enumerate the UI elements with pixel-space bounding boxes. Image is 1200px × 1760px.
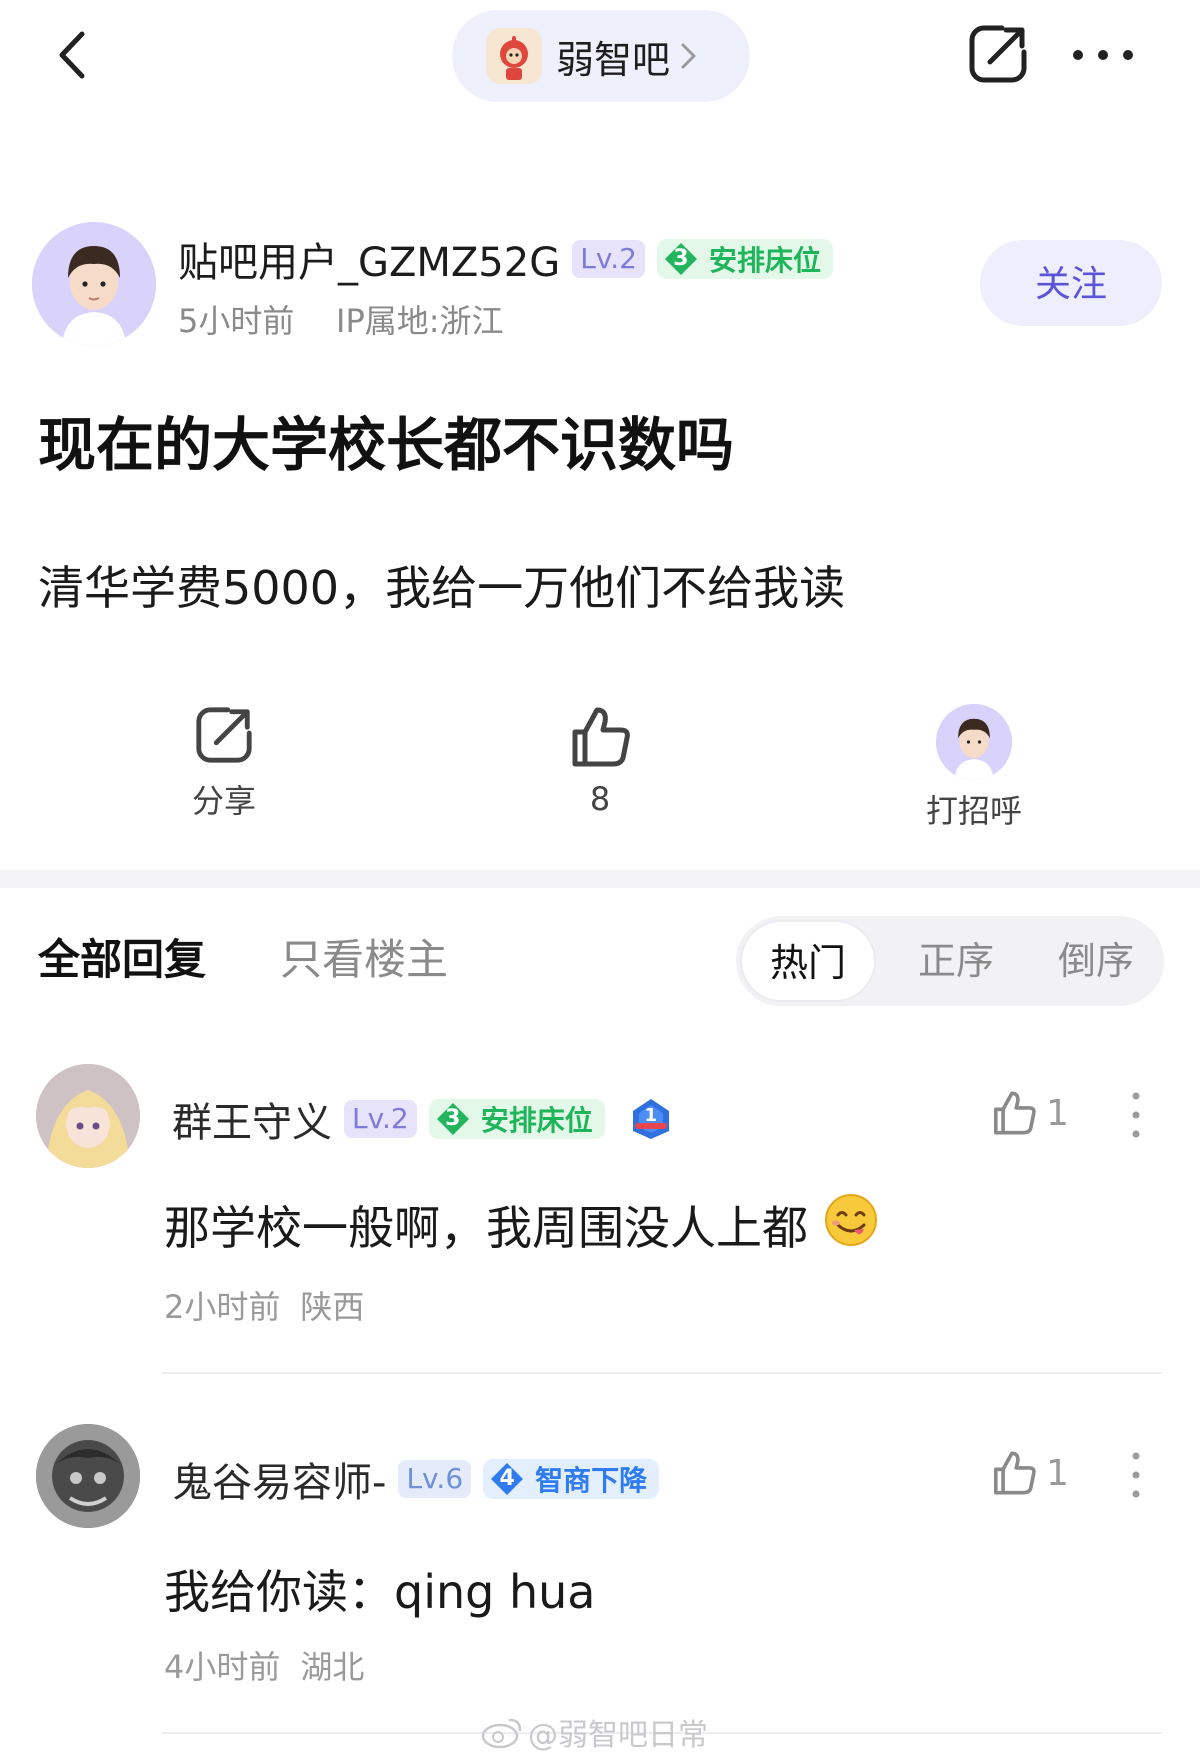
forum-logo-icon [486, 28, 542, 84]
greet-action[interactable]: 打招呼 [874, 704, 1074, 832]
level-badge: Lv.2 [572, 240, 645, 278]
honor-badge: 3 安排床位 [428, 1099, 605, 1139]
comment-text: 那学校一般啊，我周围没人上都 [164, 1201, 808, 1255]
comment-meta: 4小时前 湖北 [164, 1642, 364, 1688]
more-options-button[interactable] [1068, 30, 1138, 80]
weibo-icon [481, 1718, 522, 1749]
post-ip-location: IP属地:浙江 [336, 302, 504, 340]
honor-badge: 4 智商下降 [483, 1459, 660, 1499]
sort-toggle-group: 热门 正序 倒序 [736, 916, 1164, 1006]
level-badge: Lv.6 [398, 1460, 472, 1498]
commenter-avatar[interactable] [36, 1064, 140, 1168]
comment-meta: 2小时前 陕西 [164, 1282, 364, 1328]
tab-all-replies[interactable]: 全部回复 [38, 926, 206, 987]
author-avatar[interactable] [32, 222, 156, 346]
thumbs-up-icon [994, 1091, 1036, 1135]
diamond-icon: 3 [663, 241, 699, 277]
thumbs-up-icon [994, 1451, 1036, 1495]
yum-emoji-icon [824, 1193, 878, 1258]
follow-button[interactable]: 关注 [980, 240, 1162, 326]
comment-header: 鬼谷易容师- Lv.6 4 智商下降 [172, 1450, 660, 1508]
watermark-text: @弱智吧日常 [528, 1718, 708, 1753]
comment-separator [162, 1372, 1162, 1374]
like-count: 8 [589, 780, 611, 818]
share-icon [969, 25, 1027, 83]
vertical-more-icon [1132, 1452, 1140, 1498]
back-arrow-icon [59, 31, 85, 79]
like-action[interactable]: 8 [500, 704, 700, 818]
forum-name: 弱智吧 [556, 37, 671, 82]
comment-like-button[interactable]: 1 [990, 1446, 1100, 1500]
watermark: @弱智吧日常 [480, 1710, 708, 1754]
sort-hot[interactable]: 热门 [740, 920, 876, 1002]
honor-rank: 4 [499, 1466, 515, 1491]
honor-rank: 3 [673, 246, 689, 271]
chevron-right-icon [681, 43, 696, 69]
post-title: 现在的大学校长都不识数吗 [38, 411, 735, 479]
section-divider [0, 870, 1200, 888]
comment-time: 4小时前 [164, 1648, 281, 1686]
honor-title: 安排床位 [480, 1104, 593, 1137]
comment-header: 群王守义 Lv.2 3 安排床位 1 [172, 1090, 673, 1148]
honor-badge: 3 安排床位 [656, 239, 833, 279]
diamond-icon: 3 [435, 1101, 471, 1137]
comment-text: 我给你读：qing hua [164, 1565, 596, 1619]
sort-descending[interactable]: 倒序 [1026, 916, 1166, 1006]
commenter-avatar[interactable] [36, 1424, 140, 1528]
honor-title: 智商下降 [535, 1464, 648, 1497]
author-mini-avatar [936, 704, 1012, 780]
diamond-icon: 4 [489, 1461, 525, 1497]
back-button[interactable] [50, 30, 100, 80]
forum-entry-pill[interactable]: 弱智吧 [452, 10, 750, 102]
comment-time: 2小时前 [164, 1288, 281, 1326]
comment-location: 湖北 [300, 1648, 365, 1686]
tab-op-only[interactable]: 只看楼主 [280, 926, 448, 987]
post-body: 清华学费5000，我给一万他们不给我读 [38, 561, 846, 615]
share-icon [196, 707, 252, 763]
comment-text-row: 那学校一般啊，我周围没人上都 [164, 1192, 878, 1258]
author-row: 贴吧用户_GZMZ52G Lv.2 3 安排床位 [178, 230, 833, 288]
post-time: 5小时前 [178, 302, 295, 340]
comment-more-button[interactable] [1126, 1450, 1146, 1500]
share-label: 分享 [191, 782, 256, 820]
share-action[interactable]: 分享 [124, 704, 324, 822]
honor-title: 安排床位 [708, 244, 821, 277]
comment-like-button[interactable]: 1 [990, 1086, 1100, 1140]
vertical-more-icon [1132, 1092, 1140, 1138]
comment-like-count: 1 [1046, 1452, 1069, 1494]
comment-like-count: 1 [1046, 1092, 1069, 1134]
greet-label: 打招呼 [925, 792, 1022, 830]
comment-more-button[interactable] [1126, 1090, 1146, 1140]
author-name[interactable]: 贴吧用户_GZMZ52G [178, 230, 560, 288]
thumbs-up-icon [572, 707, 630, 767]
honor-rank: 3 [445, 1106, 461, 1131]
commenter-name[interactable]: 鬼谷易容师- [172, 1450, 386, 1508]
commenter-name[interactable]: 群王守义 [172, 1090, 332, 1148]
share-button[interactable] [966, 22, 1030, 86]
rank-medal-icon: 1 [629, 1097, 673, 1141]
level-badge: Lv.2 [344, 1100, 417, 1138]
sort-ascending[interactable]: 正序 [886, 916, 1026, 1006]
more-icon [1073, 50, 1133, 60]
rank-medal-number: 1 [644, 1105, 657, 1126]
comment-location: 陕西 [300, 1288, 365, 1326]
